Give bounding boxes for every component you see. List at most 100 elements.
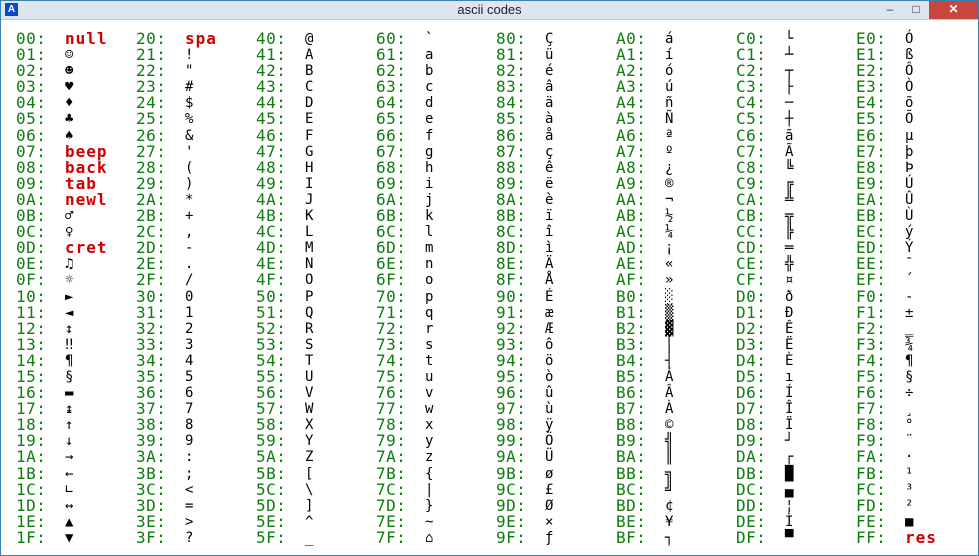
char-glyph: Æ	[545, 320, 554, 337]
char-glyph: Â	[665, 385, 674, 402]
char-glyph: Ï	[785, 417, 794, 434]
hex-code: 8F:	[496, 270, 527, 290]
char-glyph: ↕	[65, 320, 74, 337]
char-glyph: e	[425, 111, 434, 128]
char-glyph: ¨	[905, 433, 914, 450]
char-glyph: °	[905, 417, 914, 434]
char-glyph: [	[305, 465, 314, 482]
char-glyph: Ù	[905, 208, 914, 225]
char-glyph: ┐	[665, 529, 674, 546]
char-glyph: ┘	[785, 433, 794, 450]
char-glyph: ├	[785, 79, 794, 96]
char-glyph: ╝	[665, 481, 674, 498]
char-glyph: Ä	[545, 256, 554, 273]
char-glyph: c	[425, 79, 434, 96]
char-glyph: È	[785, 352, 794, 369]
hex-code: FF:	[856, 527, 887, 547]
char-glyph: $	[185, 95, 194, 112]
char-glyph: å	[545, 127, 554, 144]
char-glyph: R	[305, 320, 314, 337]
char-glyph: M	[305, 240, 314, 257]
char-glyph: ¡	[665, 240, 674, 257]
char-glyph: a	[425, 47, 434, 64]
char-glyph: ¦	[785, 497, 794, 514]
minimize-button[interactable]: –	[877, 1, 903, 19]
char-glyph: §	[905, 368, 914, 385]
char-glyph: ↓	[65, 433, 74, 450]
char-glyph: O	[305, 272, 314, 289]
char-glyph: ╬	[785, 256, 794, 273]
char-glyph: j	[425, 191, 434, 208]
char-glyph: %	[185, 111, 194, 128]
char-glyph: ³	[905, 481, 914, 498]
char-glyph: é	[545, 63, 554, 80]
char-glyph: g	[425, 143, 434, 160]
char-glyph: ┬	[785, 63, 794, 80]
char-glyph: ‼	[65, 336, 74, 353]
char-glyph: ←	[65, 465, 74, 482]
char-glyph: 2	[185, 320, 194, 337]
char-glyph: ▀	[785, 529, 794, 546]
char-glyph: y	[425, 433, 434, 450]
char-glyph: N	[305, 256, 314, 273]
char-glyph: ╔	[785, 175, 794, 192]
char-glyph: è	[545, 191, 554, 208]
char-glyph: ú	[665, 79, 674, 96]
char-glyph: ·	[905, 449, 914, 466]
char-glyph: K	[305, 208, 314, 225]
char-glyph: ¾	[905, 336, 914, 353]
char-glyph: Ø	[545, 497, 554, 514]
char-glyph: newl	[65, 189, 108, 209]
close-button[interactable]: ✕	[929, 1, 978, 19]
char-glyph: p	[425, 288, 434, 305]
char-glyph: v	[425, 385, 434, 402]
char-glyph: ñ	[665, 95, 674, 112]
char-glyph: ┴	[785, 47, 794, 64]
char-glyph: spa	[185, 29, 217, 48]
char-glyph: 8	[185, 417, 194, 434]
char-glyph: ƒ	[545, 529, 554, 546]
char-glyph: Ì	[785, 513, 794, 530]
char-glyph: ß	[905, 47, 914, 64]
char-glyph: →	[65, 449, 74, 466]
char-glyph: 6	[185, 385, 194, 402]
char-glyph: l	[425, 224, 434, 241]
char-glyph: n	[425, 256, 434, 273]
hex-code: BF:	[616, 527, 647, 547]
char-glyph: 9	[185, 433, 194, 450]
char-glyph: ╚	[785, 159, 794, 176]
maximize-button[interactable]: □	[903, 1, 929, 19]
char-glyph: ═	[785, 240, 794, 257]
char-glyph: T	[305, 352, 314, 369]
char-glyph: þ	[905, 143, 914, 160]
char-glyph: £	[545, 481, 554, 498]
char-glyph: h	[425, 159, 434, 176]
char-glyph: ¶	[905, 352, 914, 369]
char-glyph: u	[425, 368, 434, 385]
hex-code: CF:	[736, 270, 767, 290]
char-glyph: Ó	[905, 31, 914, 47]
char-glyph: ▬	[65, 385, 74, 402]
hex-code: 3F:	[136, 527, 167, 547]
char-glyph: æ	[545, 304, 554, 321]
char-glyph: Í	[785, 385, 794, 402]
char-glyph: <	[185, 481, 194, 498]
char-glyph: null	[65, 29, 108, 48]
char-glyph: ~	[425, 513, 434, 530]
char-glyph: ↔	[65, 497, 74, 514]
char-glyph: ░	[665, 288, 674, 305]
title-bar[interactable]: A ascii codes – □ ✕	[1, 1, 978, 20]
window-title: ascii codes	[457, 2, 522, 17]
char-glyph: b	[425, 63, 434, 80]
char-glyph: Ð	[785, 304, 794, 321]
char-glyph: ♂	[65, 208, 74, 225]
char-glyph: ↑	[65, 417, 74, 434]
char-glyph: A	[305, 47, 314, 64]
char-glyph: ┤	[665, 352, 674, 369]
char-glyph: `	[425, 31, 434, 47]
char-glyph: i	[425, 175, 434, 192]
char-glyph: ı	[785, 368, 794, 385]
hex-code: 4F:	[256, 270, 287, 290]
char-glyph: x	[425, 417, 434, 434]
char-glyph: d	[425, 95, 434, 112]
